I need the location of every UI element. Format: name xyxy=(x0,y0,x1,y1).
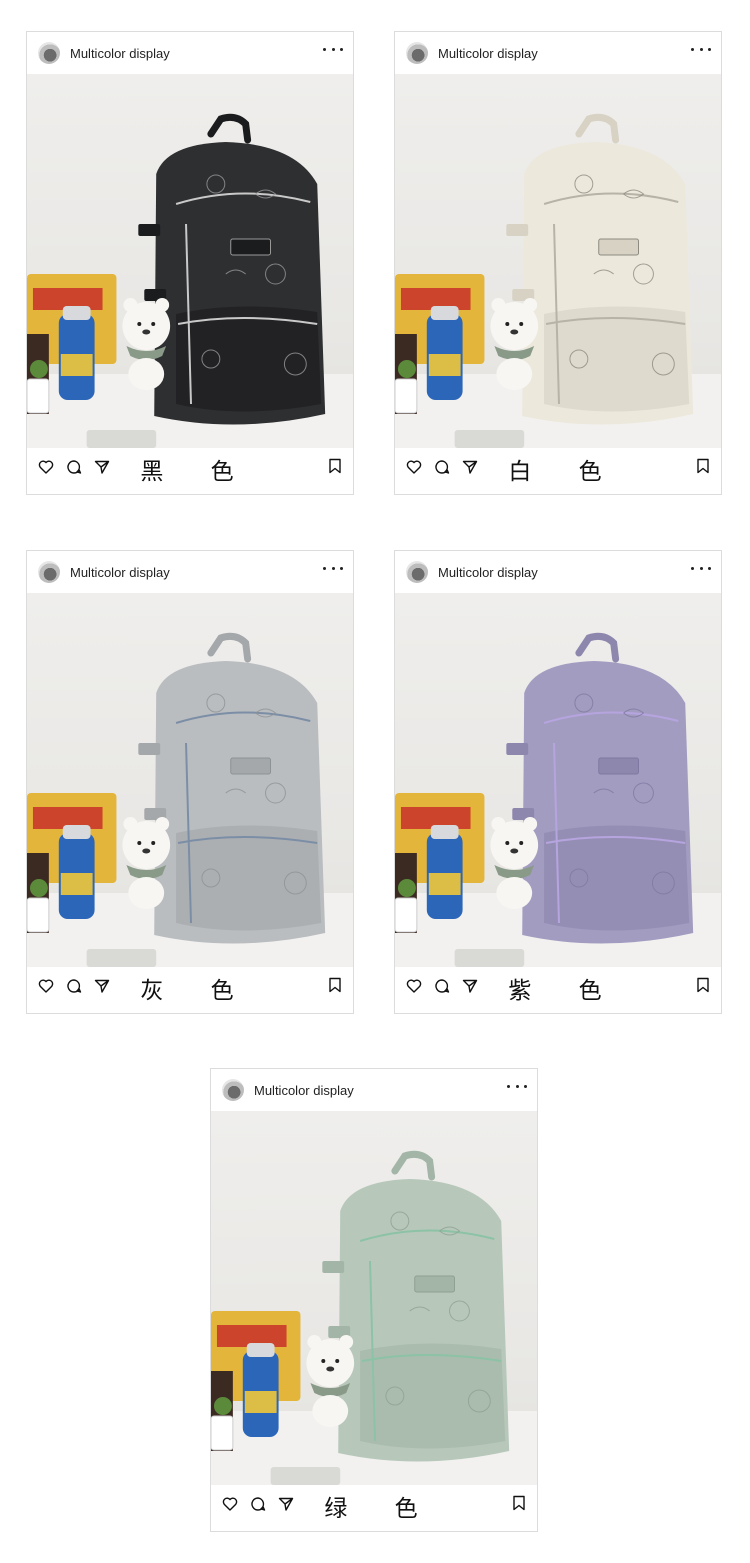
username[interactable]: Multicolor display xyxy=(438,47,538,61)
backpack-scene xyxy=(27,632,353,967)
product-photo xyxy=(395,593,721,967)
post-actions: 白 色 xyxy=(395,448,721,496)
bookmark-icon[interactable] xyxy=(327,977,343,993)
product-photo xyxy=(395,74,721,448)
post-card: Multicolor display xyxy=(394,31,722,495)
post-header: Multicolor display xyxy=(27,32,353,74)
bookmark-icon[interactable] xyxy=(511,1495,527,1511)
color-caption: 灰 色 xyxy=(140,978,254,1004)
color-caption: 紫 色 xyxy=(508,978,622,1004)
username[interactable]: Multicolor display xyxy=(438,566,538,580)
avatar[interactable] xyxy=(38,561,60,583)
post-card: Multicolor display xyxy=(26,31,354,495)
color-caption: 白 色 xyxy=(508,459,622,485)
post-header: Multicolor display xyxy=(395,32,721,74)
more-icon[interactable] xyxy=(507,1079,527,1093)
post-card: Multicolor display xyxy=(394,550,722,1014)
backpack-scene xyxy=(27,113,353,448)
avatar[interactable] xyxy=(406,561,428,583)
username[interactable]: Multicolor display xyxy=(70,566,170,580)
post-actions: 绿 色 xyxy=(211,1485,537,1533)
avatar[interactable] xyxy=(222,1079,244,1101)
more-icon[interactable] xyxy=(323,42,343,56)
post-card: Multicolor display xyxy=(210,1068,538,1532)
more-icon[interactable] xyxy=(323,561,343,575)
color-caption: 绿 色 xyxy=(324,1496,438,1522)
bookmark-icon[interactable] xyxy=(327,458,343,474)
post-actions: 紫 色 xyxy=(395,967,721,1015)
avatar[interactable] xyxy=(38,42,60,64)
bookmark-icon[interactable] xyxy=(695,458,711,474)
color-caption: 黑 色 xyxy=(140,459,254,485)
post-header: Multicolor display xyxy=(27,551,353,593)
more-icon[interactable] xyxy=(691,42,711,56)
post-card: Multicolor display xyxy=(26,550,354,1014)
backpack-scene xyxy=(211,1150,537,1485)
more-icon[interactable] xyxy=(691,561,711,575)
post-actions: 灰 色 xyxy=(27,967,353,1015)
backpack-scene xyxy=(395,632,721,967)
avatar[interactable] xyxy=(406,42,428,64)
post-actions: 黑 色 xyxy=(27,448,353,496)
post-header: Multicolor display xyxy=(211,1069,537,1111)
bookmark-icon[interactable] xyxy=(695,977,711,993)
product-photo xyxy=(211,1111,537,1485)
backpack-scene xyxy=(395,113,721,448)
product-photo xyxy=(27,74,353,448)
username[interactable]: Multicolor display xyxy=(70,47,170,61)
username[interactable]: Multicolor display xyxy=(254,1084,354,1098)
product-photo xyxy=(27,593,353,967)
post-header: Multicolor display xyxy=(395,551,721,593)
